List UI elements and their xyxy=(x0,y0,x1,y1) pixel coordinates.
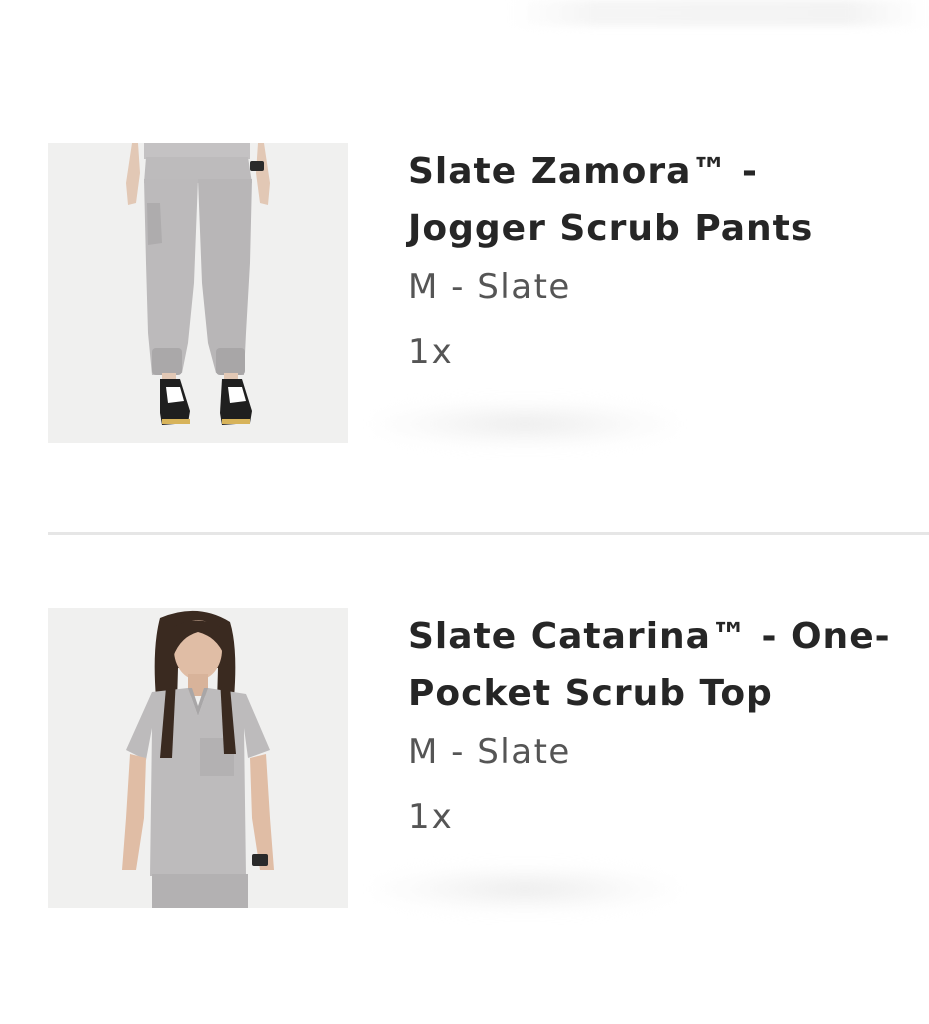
item-details: Slate Catarina™ - One-Pocket Scrub Top M… xyxy=(408,608,908,852)
product-title[interactable]: Slate Catarina™ - One-Pocket Scrub Top xyxy=(408,608,908,722)
product-title[interactable]: Slate Zamora™ - Jogger Scrub Pants xyxy=(408,143,908,257)
cart-item[interactable]: Slate Catarina™ - One-Pocket Scrub Top M… xyxy=(48,608,929,908)
product-quantity: 1x xyxy=(408,332,454,372)
blurred-price xyxy=(375,865,675,913)
scrub-top-image[interactable] xyxy=(48,608,348,908)
blurred-price xyxy=(375,400,675,448)
jogger-pants-image[interactable] xyxy=(48,143,348,443)
jogger-pants-illustration xyxy=(48,143,348,443)
item-details: Slate Zamora™ - Jogger Scrub Pants M - S… xyxy=(408,143,908,387)
cart-item[interactable]: Slate Zamora™ - Jogger Scrub Pants M - S… xyxy=(48,143,929,443)
blurred-header-content xyxy=(510,0,929,26)
product-variant: M - Slate xyxy=(408,732,571,772)
scrub-top-illustration xyxy=(48,608,348,908)
item-divider xyxy=(48,532,929,535)
product-quantity: 1x xyxy=(408,797,454,837)
product-variant: M - Slate xyxy=(408,267,571,307)
